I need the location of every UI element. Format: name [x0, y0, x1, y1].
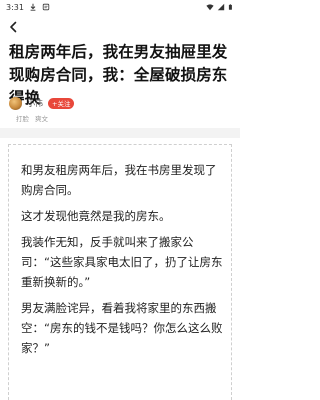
author-name[interactable]: 小伟	[27, 98, 43, 109]
follow-button[interactable]: +关注	[48, 97, 75, 109]
avatar[interactable]	[9, 96, 22, 110]
status-right	[206, 3, 234, 11]
author-row: 小伟 +关注	[9, 96, 75, 110]
status-time: 3:31	[6, 2, 24, 12]
battery-icon	[228, 4, 232, 10]
status-left: 3:31	[6, 3, 50, 12]
status-bar: 3:31	[0, 0, 240, 14]
paragraph: 男友满脸诧异，看着我将家里的东西搬空：“房东的钱不是钱吗？你怎么这么败家？”	[21, 301, 223, 355]
tags-row: 打脸 爽文	[16, 113, 48, 123]
notification-icon	[42, 3, 50, 11]
paragraph: 这才发现他竟然是我的房东。	[21, 209, 171, 223]
paragraph: 和男友租房两年后，我在书房里发现了购房合同。	[21, 163, 217, 197]
download-icon	[30, 3, 36, 11]
article-content: 和男友租房两年后，我在书房里发现了购房合同。 这才发现他竟然是我的房东。 我装作…	[8, 144, 232, 400]
paragraph: 我装作无知，反手就叫来了搬家公司：“这些家具家电太旧了，扔了让房东重新换新的。”	[21, 235, 223, 289]
section-divider	[0, 128, 240, 138]
tag[interactable]: 打脸	[16, 113, 29, 123]
signal-icon	[217, 3, 225, 11]
wifi-icon	[206, 4, 214, 11]
tag[interactable]: 爽文	[35, 113, 48, 123]
top-bar	[0, 14, 240, 40]
back-arrow-icon	[10, 21, 17, 33]
back-button[interactable]	[6, 20, 20, 34]
